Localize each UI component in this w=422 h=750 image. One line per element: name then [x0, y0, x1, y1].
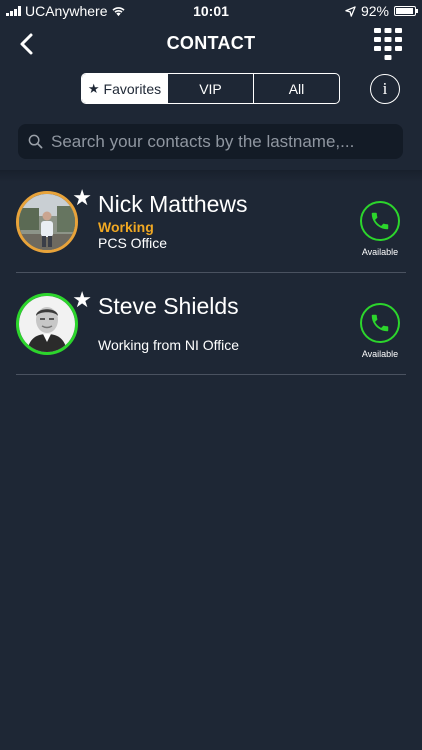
tab-vip-label: VIP — [199, 80, 222, 97]
favorite-star-icon[interactable]: ★ — [72, 289, 92, 311]
presence-label: Available — [361, 247, 399, 257]
location-arrow-icon — [345, 5, 356, 17]
contact-status: Working — [98, 219, 154, 235]
contact-location: Working from NI Office — [98, 337, 240, 353]
battery-percent: 92% — [360, 3, 389, 19]
tab-vip[interactable]: VIP — [167, 74, 253, 103]
call-button[interactable] — [360, 201, 400, 241]
tab-favorites[interactable]: ★ Favorites — [82, 74, 167, 103]
contact-row[interactable]: ★ Steve Shields Working from NI Office A… — [16, 273, 406, 375]
avatar-container: ★ — [16, 187, 92, 253]
star-icon: ★ — [87, 80, 100, 96]
search-icon — [28, 134, 43, 149]
call-button[interactable] — [360, 303, 400, 343]
status-bar: UCAnywhere 10:01 92% — [0, 0, 422, 22]
header: CONTACT — [0, 22, 422, 66]
contact-location: PCS Office — [98, 235, 167, 251]
page-title: CONTACT — [166, 33, 256, 53]
search-bar — [18, 124, 403, 159]
tab-all-label: All — [288, 80, 305, 97]
tab-favorites-label: Favorites — [103, 80, 162, 97]
info-button[interactable]: i — [370, 74, 400, 104]
phone-icon — [371, 314, 389, 332]
status-bar-right: 92% — [345, 3, 418, 19]
dialpad-icon — [374, 28, 402, 60]
presence-label: Available — [361, 349, 399, 359]
info-icon: i — [382, 79, 388, 98]
contact-filter-tabs: ★ Favorites VIP All — [81, 73, 340, 104]
battery-icon — [394, 6, 418, 16]
avatar — [16, 293, 78, 355]
phone-icon — [371, 212, 389, 230]
avatar — [16, 191, 78, 253]
contact-name: Steve Shields — [98, 293, 239, 319]
favorite-star-icon[interactable]: ★ — [72, 187, 92, 209]
avatar-container: ★ — [16, 289, 92, 355]
search-input[interactable] — [49, 130, 403, 153]
contact-name: Nick Matthews — [98, 191, 248, 217]
contact-row[interactable]: ★ Nick Matthews Working PCS Office Avail… — [16, 171, 406, 273]
dialpad-button[interactable] — [372, 26, 404, 64]
tab-all[interactable]: All — [253, 74, 339, 103]
